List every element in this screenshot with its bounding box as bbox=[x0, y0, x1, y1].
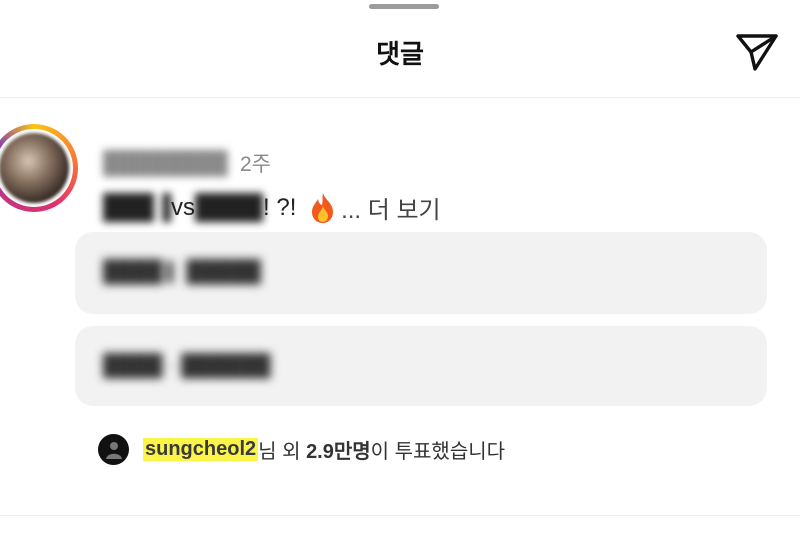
poll-option-label: ████ █████ bbox=[103, 260, 261, 284]
redacted-username: ████████ bbox=[103, 150, 228, 175]
page-title: 댓글 bbox=[376, 39, 424, 69]
share-button[interactable] bbox=[733, 30, 781, 74]
redacted-text: ████ bbox=[195, 193, 264, 221]
paper-plane-icon bbox=[736, 34, 778, 71]
divider bbox=[0, 515, 800, 516]
comment-text: ███▐vs████! ?! ... 더 보기 bbox=[103, 190, 441, 225]
comment-time: 2주 bbox=[240, 153, 271, 176]
fire-emoji bbox=[309, 192, 337, 224]
comments-header: 댓글 bbox=[0, 0, 800, 98]
avatar[interactable] bbox=[0, 124, 78, 212]
avatar-image bbox=[0, 133, 69, 203]
poll-voters-summary: sungcheol2 님 외 2.9만명 이 투표했습니다 bbox=[98, 432, 505, 466]
poll-option-1[interactable]: ████ █████ bbox=[75, 232, 767, 314]
see-more-link[interactable]: ... 더 보기 bbox=[341, 190, 441, 225]
vote-count: 2.9만명 bbox=[306, 440, 371, 463]
voter-avatar[interactable] bbox=[98, 433, 129, 465]
poll-option-2[interactable]: ████ · ██████ bbox=[75, 326, 767, 406]
redacted-text: ███▐ bbox=[103, 193, 172, 221]
poll-option-label: ████ · ██████ bbox=[103, 354, 271, 377]
voter-username[interactable]: sungcheol2 bbox=[143, 437, 259, 461]
comment-username[interactable]: ████████ bbox=[103, 150, 228, 176]
